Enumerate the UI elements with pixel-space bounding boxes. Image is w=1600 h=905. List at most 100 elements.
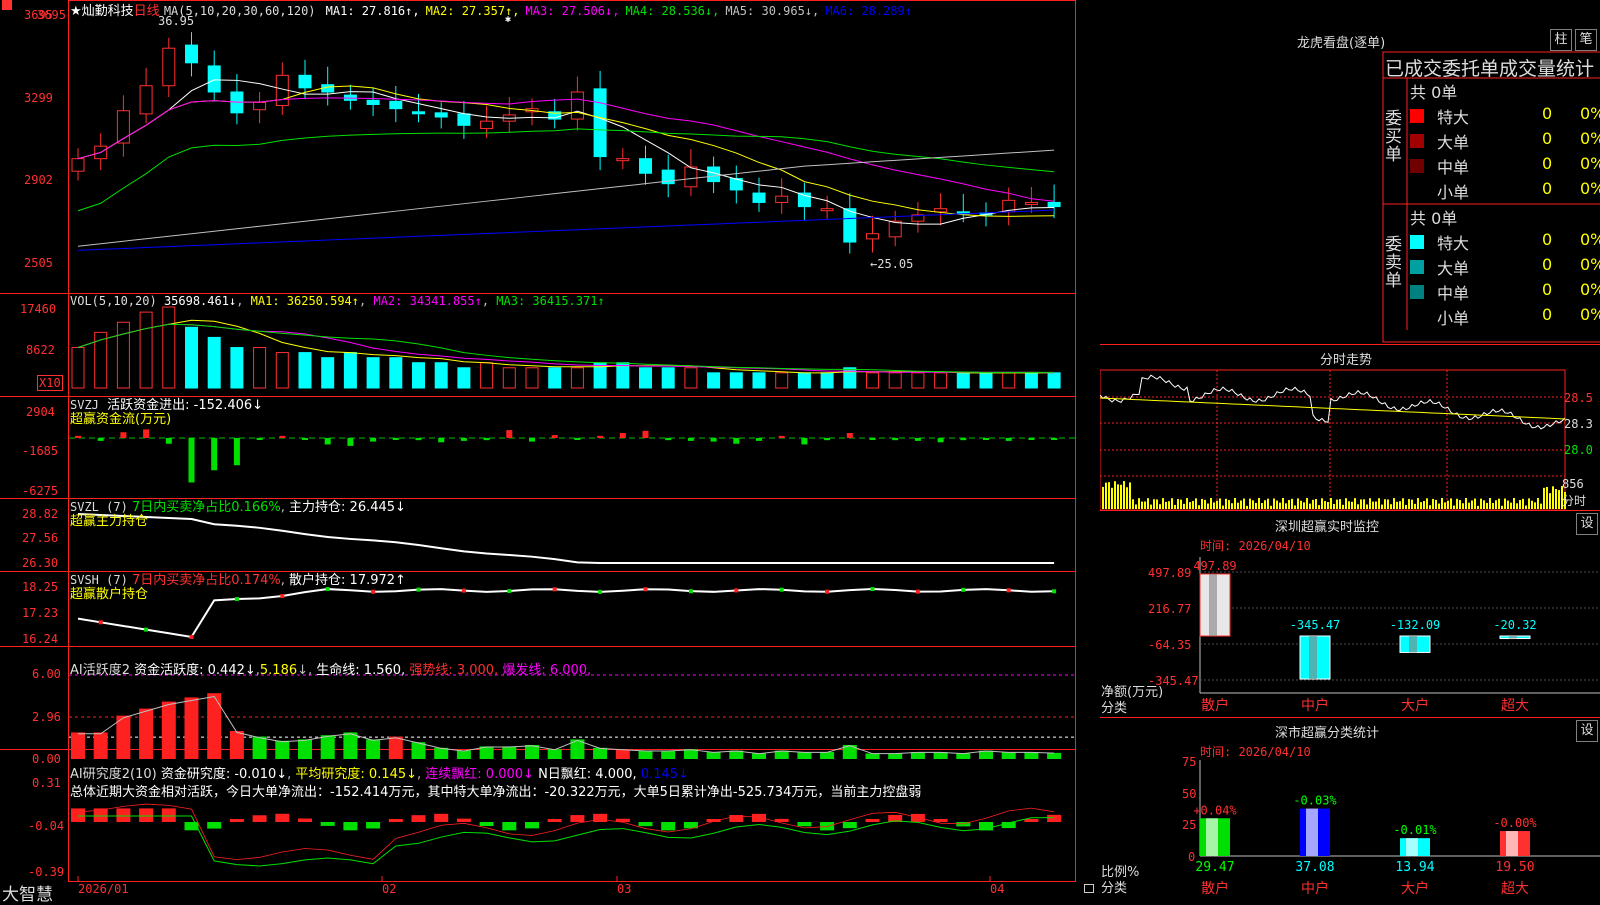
intraday-vol-bar <box>1435 499 1437 509</box>
row-name: 小单 <box>1437 183 1470 202</box>
cls-yaxis-tick: 75 <box>1182 755 1197 769</box>
chart-region[interactable]: ✱ ★灿勤科技日线 MA(5,10,20,30,60,120) MA1: 27.… <box>0 0 1094 905</box>
intraday-vol-bar <box>1303 502 1305 509</box>
sz-bar-group <box>1199 573 1231 637</box>
volume-bar <box>253 347 267 389</box>
intraday-vol-bar <box>1345 498 1347 509</box>
sz-monitor-settings-button[interactable]: 设 <box>1576 513 1598 535</box>
ai-research-bar <box>366 822 381 829</box>
fund-flow-bar <box>642 430 649 438</box>
volume-bar <box>979 372 993 389</box>
lock-icon[interactable] <box>1084 884 1094 893</box>
sz-category-label: 中户 <box>1301 697 1329 714</box>
fund-flow-bar <box>370 438 377 442</box>
ai-active-bar <box>320 735 335 759</box>
fund-flow-bar <box>574 438 581 440</box>
volume-bar <box>570 367 584 389</box>
fund-flow-bar <box>665 438 672 441</box>
sz-bar-shade <box>1409 636 1417 653</box>
candle-body <box>389 100 403 110</box>
x-axis-label: 2026/01 <box>78 882 129 896</box>
intraday-vol-bar <box>1198 505 1200 509</box>
intraday-vol-bar <box>1450 498 1452 509</box>
intraday-vol-bar <box>1465 498 1467 509</box>
fund-flow-bar <box>302 438 308 440</box>
svsh-dot <box>1006 588 1011 593</box>
intraday-vol-bar <box>1312 499 1314 509</box>
intraday-vol-bar <box>1138 498 1140 509</box>
vol-legend: VOL(5,10,20) 35698.461↓, MA1: 36250.594↑… <box>70 294 605 308</box>
sz-bar-value: 497.89 <box>1193 559 1236 573</box>
volume-bar <box>434 362 448 389</box>
volume-bar <box>185 326 198 389</box>
svsh-dot <box>688 589 693 594</box>
ai-active-c: 生命线: 1.560, <box>316 663 406 678</box>
intraday-vol-bar <box>1315 498 1317 509</box>
intraday-vol-bar <box>1339 499 1341 509</box>
candle-body <box>639 158 652 174</box>
intraday-vol-bar <box>1351 501 1353 509</box>
cls-bar-highlight <box>1506 831 1518 856</box>
svzl-legend: SVZL (7) 7日内买卖净占比0.166%, 主力持仓: 26.445↓ 超… <box>70 500 406 529</box>
volume-bar <box>71 347 85 389</box>
ai-research-bar <box>570 815 585 822</box>
svzl-desc: 7日内买卖净占比0.166% <box>131 500 281 515</box>
ai-research-bar <box>910 813 925 822</box>
intraday-vol-bar <box>1459 500 1461 509</box>
volume-bar <box>298 352 312 389</box>
ai-research-bar <box>298 818 312 822</box>
fund-flow-bar <box>233 438 240 466</box>
intraday-vol-bar <box>1483 500 1485 509</box>
intraday-vol-bar <box>1402 498 1404 509</box>
ai-active-bar <box>615 749 630 759</box>
ai-research-bar <box>139 808 154 822</box>
candle-body <box>570 91 584 120</box>
row-name: 中单 <box>1437 284 1470 303</box>
ai-research-yaxis-tick: -0.04 <box>28 819 65 833</box>
intraday-vol-bar <box>1294 505 1296 509</box>
tick-view-button[interactable]: 笔 <box>1575 29 1597 51</box>
intraday-vol-bar <box>1183 503 1185 509</box>
window-menu-icon[interactable] <box>2 0 12 10</box>
intraday-price-tick: 28.3 <box>1564 417 1593 431</box>
svsh-dot <box>189 634 194 639</box>
period-label[interactable]: 日线 <box>134 4 160 19</box>
svsh-dot <box>915 589 920 594</box>
intraday-vol-bar <box>1489 498 1491 509</box>
cls-category-label: 大户 <box>1401 880 1429 897</box>
main-yaxis-tick: 2505 <box>24 256 53 270</box>
intraday-vol-bar <box>1525 505 1527 509</box>
ai-research-bar <box>865 819 880 822</box>
svzj-yaxis-tick: -1685 <box>22 444 59 458</box>
ai-active-bar <box>638 750 653 759</box>
column-view-button[interactable]: 柱 <box>1550 29 1572 51</box>
intraday-vol-bar <box>1153 499 1155 509</box>
intraday-vol-bar <box>1321 498 1323 509</box>
row-percent: 0% <box>1580 129 1600 148</box>
intraday-vol-bar <box>1225 498 1227 509</box>
ai-active-yaxis-tick: 0.00 <box>32 752 61 766</box>
color-swatch <box>1410 109 1424 123</box>
intraday-avg-line <box>1100 397 1566 420</box>
stock-title[interactable]: ★灿勤科技 <box>70 4 134 19</box>
candle-body <box>934 208 948 213</box>
ma-values: MA1: 27.816↑, MA2: 27.357↑, MA3: 27.506↓, M… <box>320 4 912 18</box>
vol-yaxis-tick: 8622 <box>26 343 55 357</box>
ai-research-e: 0.145↓ <box>640 767 689 782</box>
fund-flow-bar <box>983 438 989 440</box>
svsh-dot <box>870 587 875 592</box>
svsh-dot <box>98 620 103 625</box>
ai-active-bar <box>456 750 471 759</box>
ai-active-bar <box>888 753 903 759</box>
svzj-name: SVZJ <box>70 398 99 412</box>
intraday-vol-bar <box>1210 498 1212 509</box>
sz-yaxis-tick: -64.35 <box>1148 638 1192 652</box>
intraday-vol-bar <box>1384 499 1386 509</box>
sell-row-2: 大单 0 0% <box>1410 255 1600 279</box>
vol-ma3: MA3: 36415.371↑ <box>496 294 605 308</box>
intraday-vol-bar <box>1474 498 1476 509</box>
intraday-vol-bar <box>1243 498 1245 509</box>
ai-research-name: AI研究度2(10) <box>70 767 157 782</box>
svsh-desc: 7日内买卖净占比0.174% <box>131 573 281 588</box>
cls-stats-settings-button[interactable]: 设 <box>1576 720 1598 742</box>
